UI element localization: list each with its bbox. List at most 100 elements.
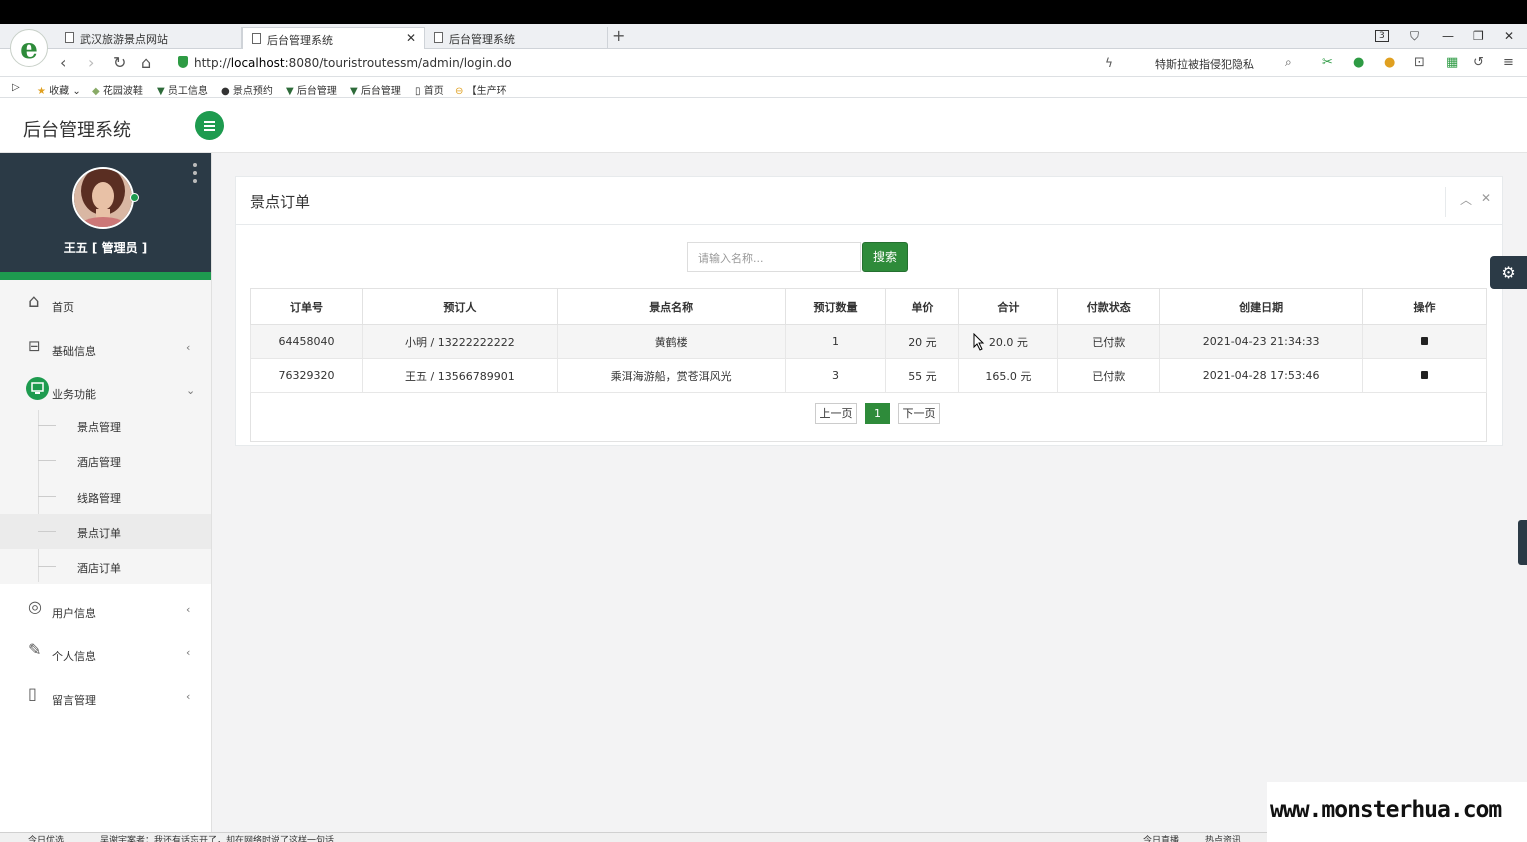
monitor-icon xyxy=(26,377,49,400)
app-header xyxy=(0,98,1527,153)
sidebar-sub-hotel-manage[interactable]: 酒店管理 xyxy=(0,443,211,478)
chevron-left-icon: ‹ xyxy=(186,603,191,616)
browser-tab-1[interactable]: 武汉旅游景点网站 xyxy=(56,27,242,49)
menu-icon[interactable]: ≡ xyxy=(1503,55,1514,70)
cell-pay-status: 已付款 xyxy=(1057,324,1161,359)
undo-icon[interactable]: ↺ xyxy=(1473,55,1484,70)
close-window-icon[interactable]: ✕ xyxy=(1504,29,1514,43)
page-icon xyxy=(65,32,74,43)
sidebar-sub-route-manage[interactable]: 线路管理 xyxy=(0,479,211,514)
translate-icon[interactable]: ● xyxy=(1353,55,1364,70)
online-status-dot xyxy=(130,193,139,202)
cell-unit-price: 20 元 xyxy=(885,324,960,359)
cell-pay-status: 已付款 xyxy=(1057,358,1161,393)
user-icon: ◎ xyxy=(28,597,42,616)
browser-tab-3[interactable]: 后台管理系统 xyxy=(425,27,608,49)
minimize-icon[interactable]: — xyxy=(1442,29,1454,43)
bookmark-icon: ▯ xyxy=(28,684,37,703)
browser-search-box[interactable]: 特斯拉被指侵犯隐私 xyxy=(1155,56,1254,72)
browser-tab-strip: 武汉旅游景点网站 后台管理系统 ✕ 后台管理系统 xyxy=(0,24,1527,49)
cell-order-no: 64458040 xyxy=(250,324,363,359)
bookmark-item[interactable]: ▼ 后台管理 xyxy=(350,82,401,97)
cell-booker: 王五 / 13566789901 xyxy=(361,358,558,393)
page-icon xyxy=(434,32,443,43)
orders-table: 订单号 预订人 景点名称 预订数量 单价 合计 付款状态 创建日期 操作 644… xyxy=(250,288,1487,393)
app-brand: 后台管理系统 xyxy=(23,120,131,141)
page-1-button[interactable]: 1 xyxy=(865,403,890,424)
v-logo-icon: ▼ xyxy=(157,86,165,97)
col-attraction: 景点名称 xyxy=(556,288,786,325)
collapse-icon[interactable]: ︿ xyxy=(1460,191,1472,208)
extension-icon[interactable]: ● xyxy=(1384,55,1395,70)
reload-icon[interactable]: ↻ xyxy=(113,53,126,72)
bookmark-item[interactable]: ◆ 花园波鞋 xyxy=(92,82,143,97)
page-icon: ▯ xyxy=(415,86,421,97)
search-icon[interactable]: ⌕ xyxy=(1285,55,1292,70)
page-icon xyxy=(252,33,261,44)
chevron-left-icon: ‹ xyxy=(186,646,191,659)
table-row: 76329320 王五 / 13566789901 乘洱海游船，赏苍洱风光 3 … xyxy=(250,358,1487,393)
next-page-button[interactable]: 下一页 xyxy=(898,403,940,424)
address-input[interactable]: http://localhost:8080/touristroutessm/ad… xyxy=(194,56,512,70)
sidebar-item-messages[interactable]: ▯ 留言管理 ‹ xyxy=(0,684,211,726)
bookmark-item[interactable]: ▼ 后台管理 xyxy=(286,82,337,97)
screenshot-icon[interactable]: ⊡ xyxy=(1414,55,1425,70)
watermark: www.monsterhua.com xyxy=(1267,782,1527,842)
search-button[interactable]: 搜索 xyxy=(862,242,908,272)
delete-icon[interactable] xyxy=(1421,337,1429,345)
col-pay-status: 付款状态 xyxy=(1057,288,1161,325)
panel-title: 景点订单 xyxy=(250,193,311,211)
menu-toggle-button[interactable] xyxy=(195,111,224,140)
cell-attraction: 乘洱海游船，赏苍洱风光 xyxy=(556,358,786,393)
new-tab-icon[interactable]: + xyxy=(612,26,625,45)
bookmark-item[interactable]: ▯ 首页 xyxy=(415,82,444,97)
chevron-left-icon: ‹ xyxy=(186,341,191,354)
close-tab-icon[interactable]: ✕ xyxy=(406,31,416,45)
bookmark-item[interactable]: ▼ 员工信息 xyxy=(157,82,208,97)
bookmark-favorites[interactable]: ★ 收藏 ⌄ xyxy=(37,82,81,97)
home-icon: ⌂ xyxy=(28,291,40,312)
security-shield-icon xyxy=(178,56,188,68)
cell-quantity: 1 xyxy=(784,324,887,359)
mouse-cursor-icon xyxy=(973,333,985,351)
browser-tab-2[interactable]: 后台管理系统 ✕ xyxy=(242,27,425,49)
forward-icon[interactable]: › xyxy=(88,53,94,72)
star-icon: ★ xyxy=(37,86,46,97)
sidebar-item-home[interactable]: ⌂ 首页 xyxy=(0,291,211,333)
tab-counter[interactable]: 3 xyxy=(1375,30,1389,42)
cell-attraction: 黄鹤楼 xyxy=(556,324,786,359)
profile-accent-bar xyxy=(0,272,211,280)
shirt-icon[interactable]: ⛉ xyxy=(1410,29,1419,44)
bookmark-item[interactable]: ● 景点预约 xyxy=(221,82,273,97)
user-name: 王五 [ 管理员 ] xyxy=(63,241,148,255)
search-input[interactable]: 请输入名称... xyxy=(687,242,861,272)
v-logo-icon: ▼ xyxy=(350,86,358,97)
bookmark-item[interactable]: ⊖ 【生产环 xyxy=(455,82,507,97)
delete-icon[interactable] xyxy=(1421,371,1429,379)
settings-gear-icon[interactable]: ⚙ xyxy=(1490,256,1527,289)
profile-more-icon[interactable] xyxy=(193,163,197,187)
cell-total: 165.0 元 xyxy=(958,358,1059,393)
prev-page-button[interactable]: 上一页 xyxy=(815,403,857,424)
restore-icon[interactable]: ❐ xyxy=(1473,29,1484,43)
avatar-image xyxy=(74,169,132,227)
sidebar-item-basic-info[interactable]: ⊟ 基础信息 ‹ xyxy=(0,337,211,377)
home-page-icon[interactable]: ⌂ xyxy=(141,53,151,72)
apps-icon[interactable]: ▦ xyxy=(1446,55,1458,70)
lightning-icon[interactable]: ϟ xyxy=(1105,56,1113,70)
bookmark-toggle-icon[interactable]: ▷ xyxy=(12,82,20,93)
cell-unit-price: 55 元 xyxy=(885,358,960,393)
back-icon[interactable]: ‹ xyxy=(60,53,66,72)
sidebar-item-personal-info[interactable]: ✎ 个人信息 ‹ xyxy=(0,640,211,682)
sidebar-sub-attraction-orders[interactable]: 景点订单 xyxy=(0,514,211,549)
side-handle[interactable] xyxy=(1518,520,1527,565)
browser-logo[interactable]: e xyxy=(10,29,48,67)
close-panel-icon[interactable]: ✕ xyxy=(1481,191,1491,205)
leaf-icon: ◆ xyxy=(92,86,100,97)
edit-icon: ✎ xyxy=(28,640,42,659)
sidebar-sub-hotel-orders[interactable]: 酒店订单 xyxy=(0,549,211,584)
sidebar-item-user-info[interactable]: ◎ 用户信息 ‹ xyxy=(0,597,211,639)
sidebar-sub-attraction-manage[interactable]: 景点管理 xyxy=(0,408,211,443)
scissors-icon[interactable]: ✂ xyxy=(1322,55,1333,70)
cell-created: 2021-04-28 17:53:46 xyxy=(1159,358,1364,393)
